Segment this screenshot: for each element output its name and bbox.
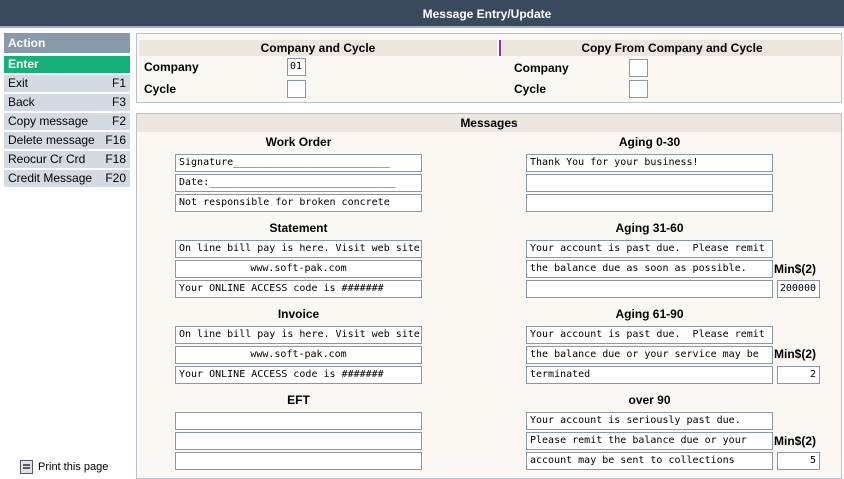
aging-0-30-line-3[interactable] [526,194,773,212]
aging-31-60-title: Aging 31-60 [615,221,684,235]
over-90-title: over 90 [628,393,671,407]
window-title: Message Entry/Update [422,7,552,21]
aging-31-60-line-1[interactable]: Your account is past due. Please remit [526,240,773,258]
sidebar-item-copy-message[interactable]: Copy message F2 [4,113,130,130]
work-order-title: Work Order [265,135,332,149]
copy-company-label: Company [514,61,569,75]
sidebar-header: Action [4,33,130,53]
sidebar-item-key: F20 [105,171,126,185]
sidebar-item-delete-message[interactable]: Delete message F16 [4,132,130,149]
sidebar-item-key: F1 [111,76,126,90]
company-cycle-header: Company and Cycle [139,40,497,56]
work-order-line-2[interactable]: Date:_______________________________ [175,174,422,192]
printer-icon [20,460,33,475]
over-90-line-2[interactable]: Please remit the balance due or your [526,432,773,450]
statement-title: Statement [269,221,328,235]
over-90-line-1[interactable]: Your account is seriously past due. [526,412,773,430]
sidebar-item-label: Reocur Cr Crd [8,152,86,166]
aging-0-30-title: Aging 0-30 [618,135,681,149]
company-cycle-panel: Company and Cycle Copy From Company and … [136,33,843,103]
sidebar-item-label: Back [8,95,35,109]
messages-header: Messages [137,114,841,132]
work-order-line-3[interactable]: Not responsible for broken concrete [175,194,422,212]
sidebar-item-key: F18 [105,152,126,166]
over-90-min-label: Min$(2) [774,434,816,448]
action-sidebar: Action Enter Exit F1 Back F3 Copy messag… [0,28,134,479]
sidebar-item-label: Exit [8,76,29,90]
invoice-line-3[interactable]: Your ONLINE ACCESS code is ####### [175,366,422,384]
sidebar-item-label: Delete message [8,133,95,147]
main-content: Company and Cycle Copy From Company and … [135,28,844,479]
aging-31-60-min-label: Min$(2) [774,262,816,276]
aging-61-90-line-3[interactable]: terminated [526,366,773,384]
sidebar-item-reocur-cr-crd[interactable]: Reocur Cr Crd F18 [4,151,130,168]
sidebar-item-enter[interactable]: Enter [4,56,130,73]
messages-panel: Messages Work Order Signature___________… [136,113,842,479]
invoice-title: Invoice [277,307,320,321]
aging-31-60-line-3[interactable] [526,280,773,298]
work-order-line-1[interactable]: Signature__________________________ [175,154,422,172]
aging-31-60-min-field[interactable]: 200000 [777,280,820,298]
eft-line-2[interactable] [175,432,422,450]
copy-company-field[interactable] [629,59,648,77]
aging-61-90-title: Aging 61-90 [615,307,684,321]
copy-from-header: Copy From Company and Cycle [501,40,843,56]
sidebar-item-credit-message[interactable]: Credit Message F20 [4,170,130,187]
sidebar-item-key: F16 [105,133,126,147]
aging-61-90-min-label: Min$(2) [774,347,816,361]
company-label: Company [144,60,199,74]
aging-61-90-line-2[interactable]: the balance due or your service may be [526,346,773,364]
sidebar-item-label: Credit Message [8,171,93,185]
aging-61-90-min-field[interactable]: 2 [777,366,820,384]
aging-0-30-line-2[interactable] [526,174,773,192]
over-90-min-field[interactable]: 5 [777,452,820,470]
invoice-line-2[interactable]: www.soft-pak.com [175,346,422,364]
company-field[interactable]: 01 [287,58,306,76]
eft-line-3[interactable] [175,452,422,470]
over-90-line-3[interactable]: account may be sent to collections [526,452,773,470]
cycle-label: Cycle [144,82,177,96]
sidebar-item-label: Copy message [8,114,89,128]
aging-61-90-line-1[interactable]: Your account is past due. Please remit [526,326,773,344]
sidebar-item-key: F3 [111,95,126,109]
copy-cycle-label: Cycle [514,82,547,96]
invoice-line-1[interactable]: On line bill pay is here. Visit web site [175,326,422,344]
statement-line-3[interactable]: Your ONLINE ACCESS code is ####### [175,280,422,298]
window-title-bar: Message Entry/Update [0,0,844,26]
cycle-field[interactable] [287,80,306,98]
copy-cycle-field[interactable] [629,80,648,98]
sidebar-item-key: F2 [111,114,126,128]
print-page-link[interactable]: Print this page [20,459,108,475]
print-page-label: Print this page [38,461,109,473]
sidebar-item-back[interactable]: Back F3 [4,94,130,111]
sidebar-item-exit[interactable]: Exit F1 [4,75,130,92]
statement-line-2[interactable]: www.soft-pak.com [175,260,422,278]
statement-line-1[interactable]: On line bill pay is here. Visit web site [175,240,422,258]
eft-line-1[interactable] [175,412,422,430]
aging-31-60-line-2[interactable]: the balance due as soon as possible. [526,260,773,278]
sidebar-item-label: Enter [8,57,39,71]
eft-title: EFT [287,393,310,407]
aging-0-30-line-1[interactable]: Thank You for your business! [526,154,773,172]
